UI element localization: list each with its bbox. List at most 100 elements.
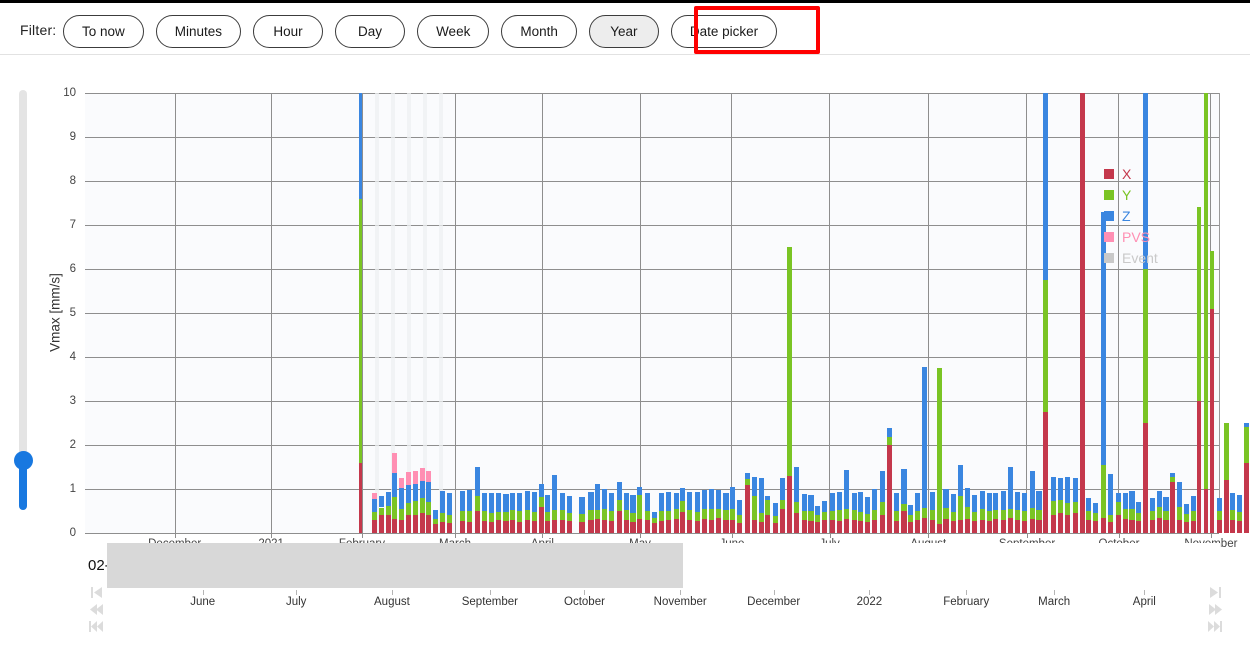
- chart-bar[interactable]: [765, 496, 770, 533]
- chart-bar[interactable]: [1191, 496, 1196, 533]
- chart-bar[interactable]: [386, 492, 391, 533]
- chart-bar[interactable]: [773, 503, 778, 533]
- plot-area[interactable]: [85, 93, 1220, 533]
- chart-bar[interactable]: [702, 490, 707, 533]
- chart-bar[interactable]: [930, 492, 935, 533]
- chart-bar[interactable]: [787, 247, 792, 533]
- chart-bar[interactable]: [1030, 471, 1035, 533]
- chart-bar[interactable]: [440, 491, 445, 533]
- chart-bar[interactable]: [1224, 423, 1229, 533]
- chart-bar[interactable]: [908, 505, 913, 533]
- chart-bar[interactable]: [1244, 423, 1249, 533]
- chart-bar[interactable]: [1184, 504, 1189, 533]
- chart-bar[interactable]: [652, 512, 657, 533]
- chart-bar[interactable]: [447, 493, 452, 533]
- chart-bar[interactable]: [1129, 491, 1134, 533]
- chart-bar[interactable]: [659, 493, 664, 533]
- chart-bar[interactable]: [1036, 491, 1041, 533]
- chart-bar[interactable]: [1210, 251, 1213, 533]
- chart-bar[interactable]: [1058, 478, 1063, 533]
- chart-bar[interactable]: [872, 489, 877, 533]
- chart-bar[interactable]: [1015, 492, 1020, 533]
- forward-end-icon[interactable]: [1205, 618, 1225, 635]
- chart-bar[interactable]: [503, 494, 508, 533]
- chart-bar[interactable]: [359, 93, 362, 533]
- chart-bar[interactable]: [579, 496, 584, 533]
- filter-button-hour[interactable]: Hour: [253, 15, 323, 48]
- chart-bar[interactable]: [1116, 493, 1121, 533]
- legend-item-event[interactable]: Event: [1104, 248, 1184, 267]
- chart-bar[interactable]: [894, 493, 899, 533]
- chart-bar[interactable]: [958, 465, 963, 533]
- filter-button-week[interactable]: Week: [417, 15, 489, 48]
- legend-item-x[interactable]: X: [1104, 164, 1184, 183]
- chart-bar[interactable]: [630, 495, 635, 533]
- filter-button-date-picker[interactable]: Date picker: [671, 15, 777, 48]
- chart-bar[interactable]: [759, 478, 764, 533]
- skip-start-icon[interactable]: [86, 584, 106, 601]
- chart-bar[interactable]: [609, 493, 614, 533]
- chart-bar[interactable]: [865, 497, 870, 533]
- chart-bar[interactable]: [1150, 498, 1155, 533]
- chart-bar[interactable]: [475, 467, 480, 533]
- chart-bar[interactable]: [709, 489, 714, 533]
- chart-bar[interactable]: [602, 489, 607, 533]
- chart-bar[interactable]: [951, 494, 956, 533]
- forward-icon[interactable]: [1205, 601, 1225, 618]
- chart-bar[interactable]: [1086, 498, 1091, 533]
- chart-bar[interactable]: [496, 493, 501, 533]
- chart-bar[interactable]: [837, 492, 842, 533]
- chart-bar[interactable]: [617, 482, 622, 533]
- chart-bar[interactable]: [1136, 502, 1141, 533]
- chart-bar[interactable]: [406, 472, 411, 533]
- chart-bar[interactable]: [915, 493, 920, 533]
- chart-bar[interactable]: [901, 469, 906, 533]
- chart-bar[interactable]: [1197, 207, 1200, 533]
- chart-bar[interactable]: [680, 488, 685, 533]
- chart-bar[interactable]: [737, 500, 742, 533]
- chart-bar[interactable]: [392, 453, 397, 533]
- chart-bar[interactable]: [510, 493, 515, 533]
- chart-bar[interactable]: [588, 492, 593, 533]
- legend-item-z[interactable]: Z: [1104, 206, 1184, 225]
- chart-bar[interactable]: [666, 492, 671, 533]
- chart-bar[interactable]: [1163, 497, 1168, 533]
- chart-bar[interactable]: [808, 495, 813, 533]
- chart-bar[interactable]: [1051, 477, 1056, 533]
- chart-bar[interactable]: [1008, 467, 1013, 533]
- chart-bar[interactable]: [1043, 93, 1048, 533]
- chart-bar[interactable]: [965, 488, 970, 533]
- chart-bar[interactable]: [545, 495, 550, 533]
- chart-bar[interactable]: [637, 487, 642, 533]
- chart-bar[interactable]: [552, 475, 557, 533]
- skip-end-icon[interactable]: [1205, 584, 1225, 601]
- chart-bar[interactable]: [880, 471, 885, 533]
- chart-bar[interactable]: [532, 492, 537, 533]
- chart-bar[interactable]: [674, 493, 679, 533]
- chart-bar[interactable]: [467, 490, 472, 533]
- chart-bar[interactable]: [1204, 93, 1207, 533]
- chart-bar[interactable]: [1237, 495, 1242, 533]
- chart-bar[interactable]: [624, 493, 629, 533]
- chart-bar[interactable]: [433, 510, 438, 533]
- chart-bar[interactable]: [525, 491, 530, 533]
- chart-bar[interactable]: [822, 501, 827, 533]
- filter-button-to-now[interactable]: To now: [63, 15, 144, 48]
- navigator-selection[interactable]: [107, 543, 683, 588]
- chart-bar[interactable]: [1123, 493, 1128, 533]
- chart-bar[interactable]: [815, 506, 820, 533]
- filter-button-year[interactable]: Year: [589, 15, 659, 48]
- chart-bar[interactable]: [539, 484, 544, 533]
- filter-button-day[interactable]: Day: [335, 15, 405, 48]
- chart-bar[interactable]: [695, 492, 700, 533]
- chart-bar[interactable]: [1065, 477, 1070, 533]
- chart-bar[interactable]: [980, 491, 985, 533]
- rewind-icon[interactable]: [86, 601, 106, 618]
- chart-bar[interactable]: [922, 367, 927, 533]
- chart-bar[interactable]: [830, 493, 835, 533]
- chart-bar[interactable]: [844, 470, 849, 533]
- chart-bar[interactable]: [1073, 478, 1078, 533]
- chart-bar[interactable]: [567, 496, 572, 533]
- chart-bar[interactable]: [460, 491, 465, 533]
- rewind-end-icon[interactable]: [86, 618, 106, 635]
